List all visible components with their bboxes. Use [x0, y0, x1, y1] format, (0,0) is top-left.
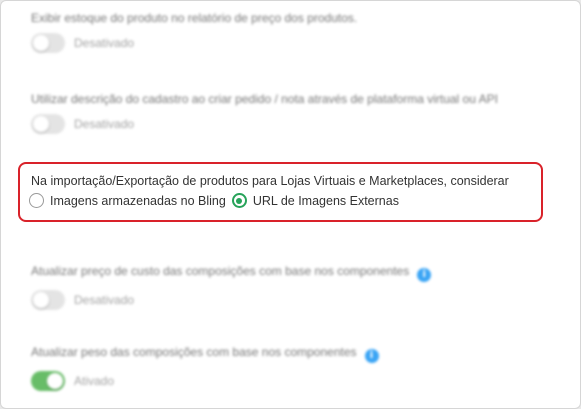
setting-use-description: Utilizar descrição do cadastro ao criar … [31, 92, 498, 134]
setting-label-text: Atualizar peso das composições com base … [31, 345, 357, 359]
toggle-knob [33, 35, 49, 51]
radio-label: URL de Imagens Externas [252, 193, 399, 208]
toggle-state-label: Desativado [74, 293, 135, 307]
toggle-state-label: Desativado [74, 36, 135, 50]
info-icon[interactable]: i [417, 268, 432, 282]
radio-option-external-urls[interactable]: URL de Imagens Externas [231, 193, 399, 208]
image-source-highlight: Na importação/Exportação de produtos par… [18, 162, 543, 222]
use-description-toggle[interactable] [31, 114, 65, 134]
radio-label: Imagens armazenadas no Bling [50, 193, 226, 208]
setting-show-stock: Exibir estoque do produto no relatório d… [31, 11, 357, 53]
setting-label: Atualizar preço de custo das composições… [31, 264, 432, 282]
radio-button-unchecked[interactable] [29, 193, 44, 208]
update-cost-toggle[interactable] [31, 290, 65, 310]
setting-label: Utilizar descrição do cadastro ao criar … [31, 92, 498, 106]
info-icon[interactable]: i [364, 349, 379, 363]
setting-label-text: Atualizar preço de custo das composições… [31, 264, 410, 278]
toggle-knob [47, 373, 63, 389]
setting-update-weight: Atualizar peso das composições com base … [31, 345, 379, 391]
image-source-radio-group: Imagens armazenadas no Bling URL de Imag… [29, 193, 399, 208]
radio-button-checked[interactable] [231, 193, 247, 208]
toggle-state-label: Ativado [74, 374, 115, 388]
setting-update-cost: Atualizar preço de custo das composições… [31, 264, 432, 310]
radio-option-bling-images[interactable]: Imagens armazenadas no Bling [29, 193, 226, 208]
toggle-knob [33, 116, 49, 132]
toggle-state-label: Desativado [74, 117, 135, 131]
image-source-question: Na importação/Exportação de produtos par… [31, 174, 509, 188]
toggle-knob [33, 292, 49, 308]
setting-label: Exibir estoque do produto no relatório d… [31, 11, 358, 25]
setting-label: Atualizar peso das composições com base … [31, 345, 379, 363]
update-weight-toggle[interactable] [31, 371, 65, 391]
settings-panel: Exibir estoque do produto no relatório d… [0, 0, 581, 409]
show-stock-toggle[interactable] [31, 33, 65, 53]
